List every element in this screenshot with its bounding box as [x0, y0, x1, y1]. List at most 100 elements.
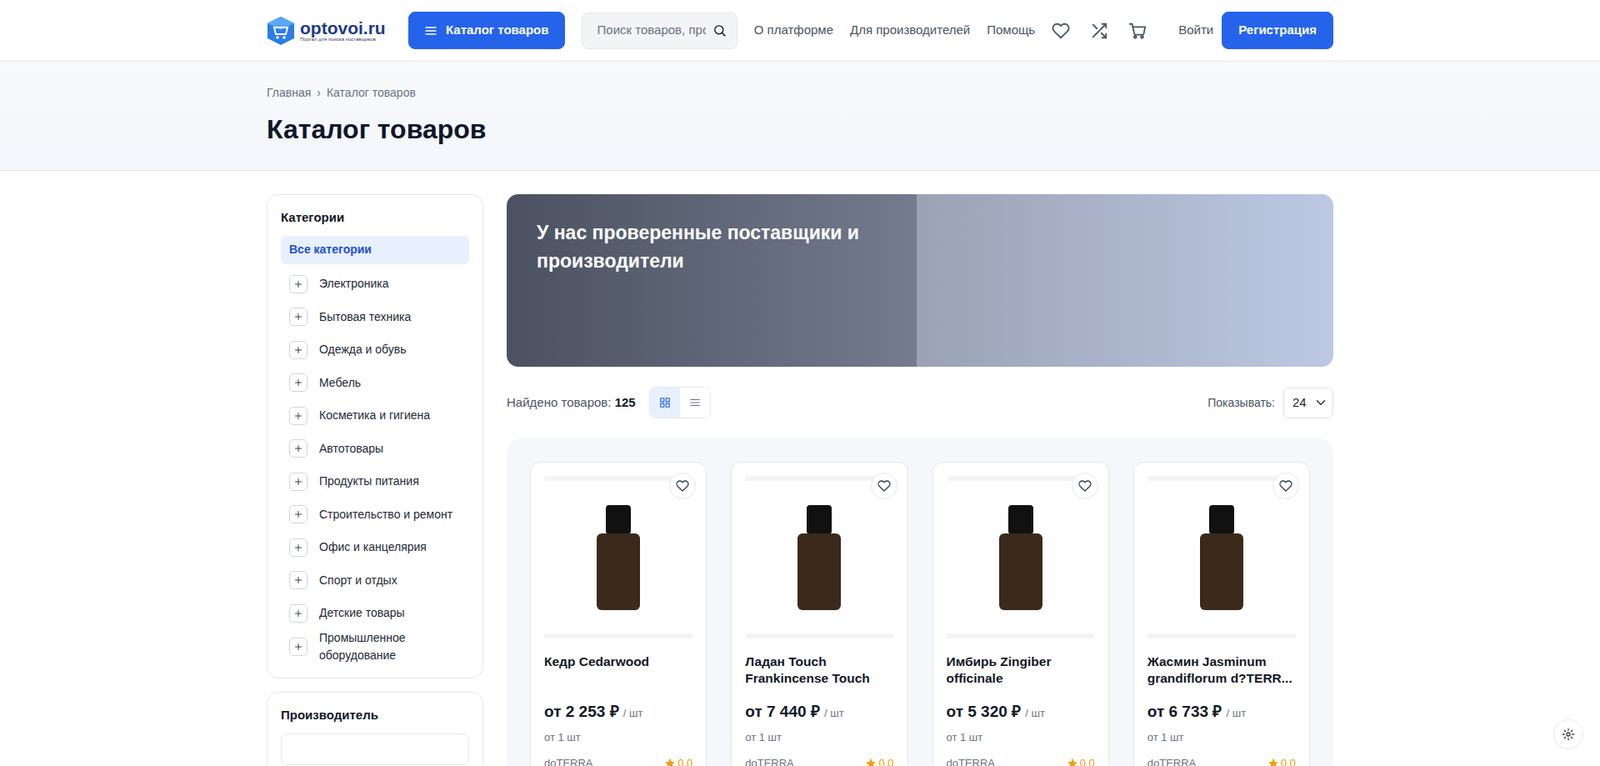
categories-panel: Категории Все категорииЭлектроникаБытовая… — [266, 194, 484, 679]
heart-icon — [1051, 21, 1070, 40]
category-item[interactable]: Спорт и отдых — [280, 563, 470, 597]
favorite-button[interactable] — [1272, 472, 1300, 500]
per-page-select[interactable]: 24 — [1283, 387, 1334, 419]
page-title: Каталог товаров — [266, 113, 1334, 145]
category-item[interactable]: Косметика и гигиена — [280, 399, 470, 433]
category-item[interactable]: Автотовары — [280, 431, 470, 465]
star-icon — [1268, 758, 1279, 766]
product-price: от 5 320 ₽ / шт — [946, 700, 1095, 725]
heart-icon — [877, 479, 891, 493]
banner-illustration — [916, 194, 1334, 367]
breadcrumb-item[interactable]: Главная — [266, 84, 311, 102]
product-name[interactable]: Ладан Touch Frankincense Touch — [745, 653, 894, 687]
cart-icon — [1128, 21, 1147, 40]
plus-icon — [293, 542, 304, 553]
product-name[interactable]: Имбирь Zingiber officinale — [946, 653, 1095, 687]
product-card[interactable]: Кедр Cedarwoodот 2 253 ₽ / штот 1 штdoTE… — [530, 461, 707, 766]
plus-icon — [293, 608, 304, 619]
category-item[interactable]: Строительство и ремонт — [280, 497, 470, 531]
expand-toggle[interactable] — [289, 307, 308, 326]
manufacturer-field[interactable] — [280, 733, 470, 765]
expand-toggle[interactable] — [289, 538, 308, 557]
product-price: от 2 253 ₽ / шт — [544, 700, 693, 725]
product-name[interactable]: Жасмин Jasminum grandiflorum d?TERR... — [1147, 653, 1296, 687]
favorites-link[interactable] — [1051, 21, 1070, 40]
compare-link[interactable] — [1090, 21, 1109, 40]
toolbar: Найдено товаров: 125 Показывать:24 — [506, 386, 1334, 419]
expand-toggle[interactable] — [289, 570, 308, 590]
nav-link[interactable]: Помощь — [986, 20, 1035, 40]
product-brand[interactable]: doTERRA — [946, 755, 996, 766]
category-item[interactable]: Все категории — [280, 235, 470, 265]
category-item[interactable]: Бытовая техника — [280, 300, 470, 334]
register-button[interactable]: Регистрация — [1221, 11, 1334, 50]
nav-link[interactable]: О платформе — [754, 20, 834, 40]
logo-tagline: Портал для поиска поставщиков — [300, 36, 386, 43]
category-item[interactable]: Офис и канцелярия — [280, 530, 470, 565]
expand-toggle[interactable] — [289, 505, 308, 524]
promo-banner[interactable]: У нас проверенные поставщики и производи… — [506, 194, 1334, 367]
view-list-button[interactable] — [680, 387, 710, 418]
sidebar: Категории Все категорииЭлектроникаБытовая… — [266, 194, 484, 766]
list-icon — [689, 396, 701, 409]
favorite-button[interactable] — [1071, 472, 1099, 500]
settings-button[interactable] — [1553, 719, 1584, 750]
category-item[interactable]: Одежда и обувь — [280, 333, 470, 367]
found-count: Найдено товаров: 125 — [506, 393, 636, 413]
logo[interactable]: optovoi.ruПортал для поиска поставщиков — [266, 15, 392, 46]
expand-toggle[interactable] — [289, 340, 308, 360]
shuffle-icon — [1090, 21, 1109, 40]
plus-icon — [293, 311, 304, 322]
breadcrumbs: Главная›Каталог товаров — [266, 84, 1334, 102]
category-item[interactable]: Промышленное оборудование — [280, 629, 470, 665]
star-icon — [865, 758, 876, 766]
product-rating: 0.0 — [1268, 755, 1296, 766]
view-grid-button[interactable] — [650, 387, 680, 418]
gear-icon — [1561, 727, 1575, 741]
plus-icon — [293, 443, 304, 454]
per-page: Показывать:24 — [1207, 387, 1334, 419]
catalog-button[interactable]: Каталог товаров — [408, 11, 565, 50]
favorite-button[interactable] — [870, 472, 898, 500]
expand-toggle[interactable] — [289, 637, 308, 656]
manufacturer-title: Производитель — [280, 705, 470, 725]
category-item[interactable]: Продукты питания — [280, 465, 470, 499]
search-input[interactable] — [595, 20, 708, 41]
expand-toggle[interactable] — [289, 406, 308, 425]
site-header: optovoi.ruПортал для поиска поставщиков К… — [0, 0, 1600, 62]
product-brand[interactable]: doTERRA — [745, 755, 795, 766]
expand-toggle[interactable] — [289, 604, 308, 623]
nav-link[interactable]: Для производителей — [850, 20, 970, 40]
product-price: от 7 440 ₽ / шт — [745, 700, 894, 725]
category-item[interactable]: Мебель — [280, 365, 470, 400]
product-card[interactable]: Жасмин Jasminum grandiflorum d?TERR... от… — [1133, 461, 1310, 766]
favorite-button[interactable] — [669, 472, 696, 500]
category-item[interactable]: Детские товары — [280, 596, 470, 630]
category-item[interactable]: Электроника — [280, 267, 470, 301]
cart-link[interactable] — [1128, 21, 1147, 40]
expand-toggle[interactable] — [289, 472, 308, 491]
product-rating: 0.0 — [1067, 755, 1095, 766]
plus-icon — [293, 345, 304, 355]
search-box — [581, 12, 738, 50]
categories-title: Категории — [280, 208, 470, 228]
expand-toggle[interactable] — [289, 439, 308, 458]
view-toggle — [649, 386, 711, 419]
expand-toggle[interactable] — [289, 275, 308, 294]
breadcrumb-item[interactable]: Каталог товаров — [326, 84, 416, 102]
product-rating: 0.0 — [865, 755, 894, 766]
manufacturer-panel: Производитель — [266, 691, 484, 766]
login-link[interactable]: Войти — [1178, 20, 1214, 40]
plus-icon — [293, 509, 304, 520]
plus-icon — [293, 476, 304, 487]
product-name[interactable]: Кедр Cedarwood — [544, 653, 693, 687]
expand-toggle[interactable] — [289, 373, 308, 392]
heart-icon — [1279, 479, 1293, 493]
min-order: от 1 шт — [1147, 729, 1296, 746]
heart-icon — [1078, 479, 1092, 493]
product-brand[interactable]: doTERRA — [544, 755, 594, 766]
product-card[interactable]: Имбирь Zingiber officinale от 5 320 ₽ / ш… — [932, 461, 1110, 766]
star-icon — [665, 758, 675, 766]
product-brand[interactable]: doTERRA — [1147, 755, 1197, 766]
product-card[interactable]: Ладан Touch Frankincense Touch от 7 440 ₽… — [730, 461, 908, 766]
